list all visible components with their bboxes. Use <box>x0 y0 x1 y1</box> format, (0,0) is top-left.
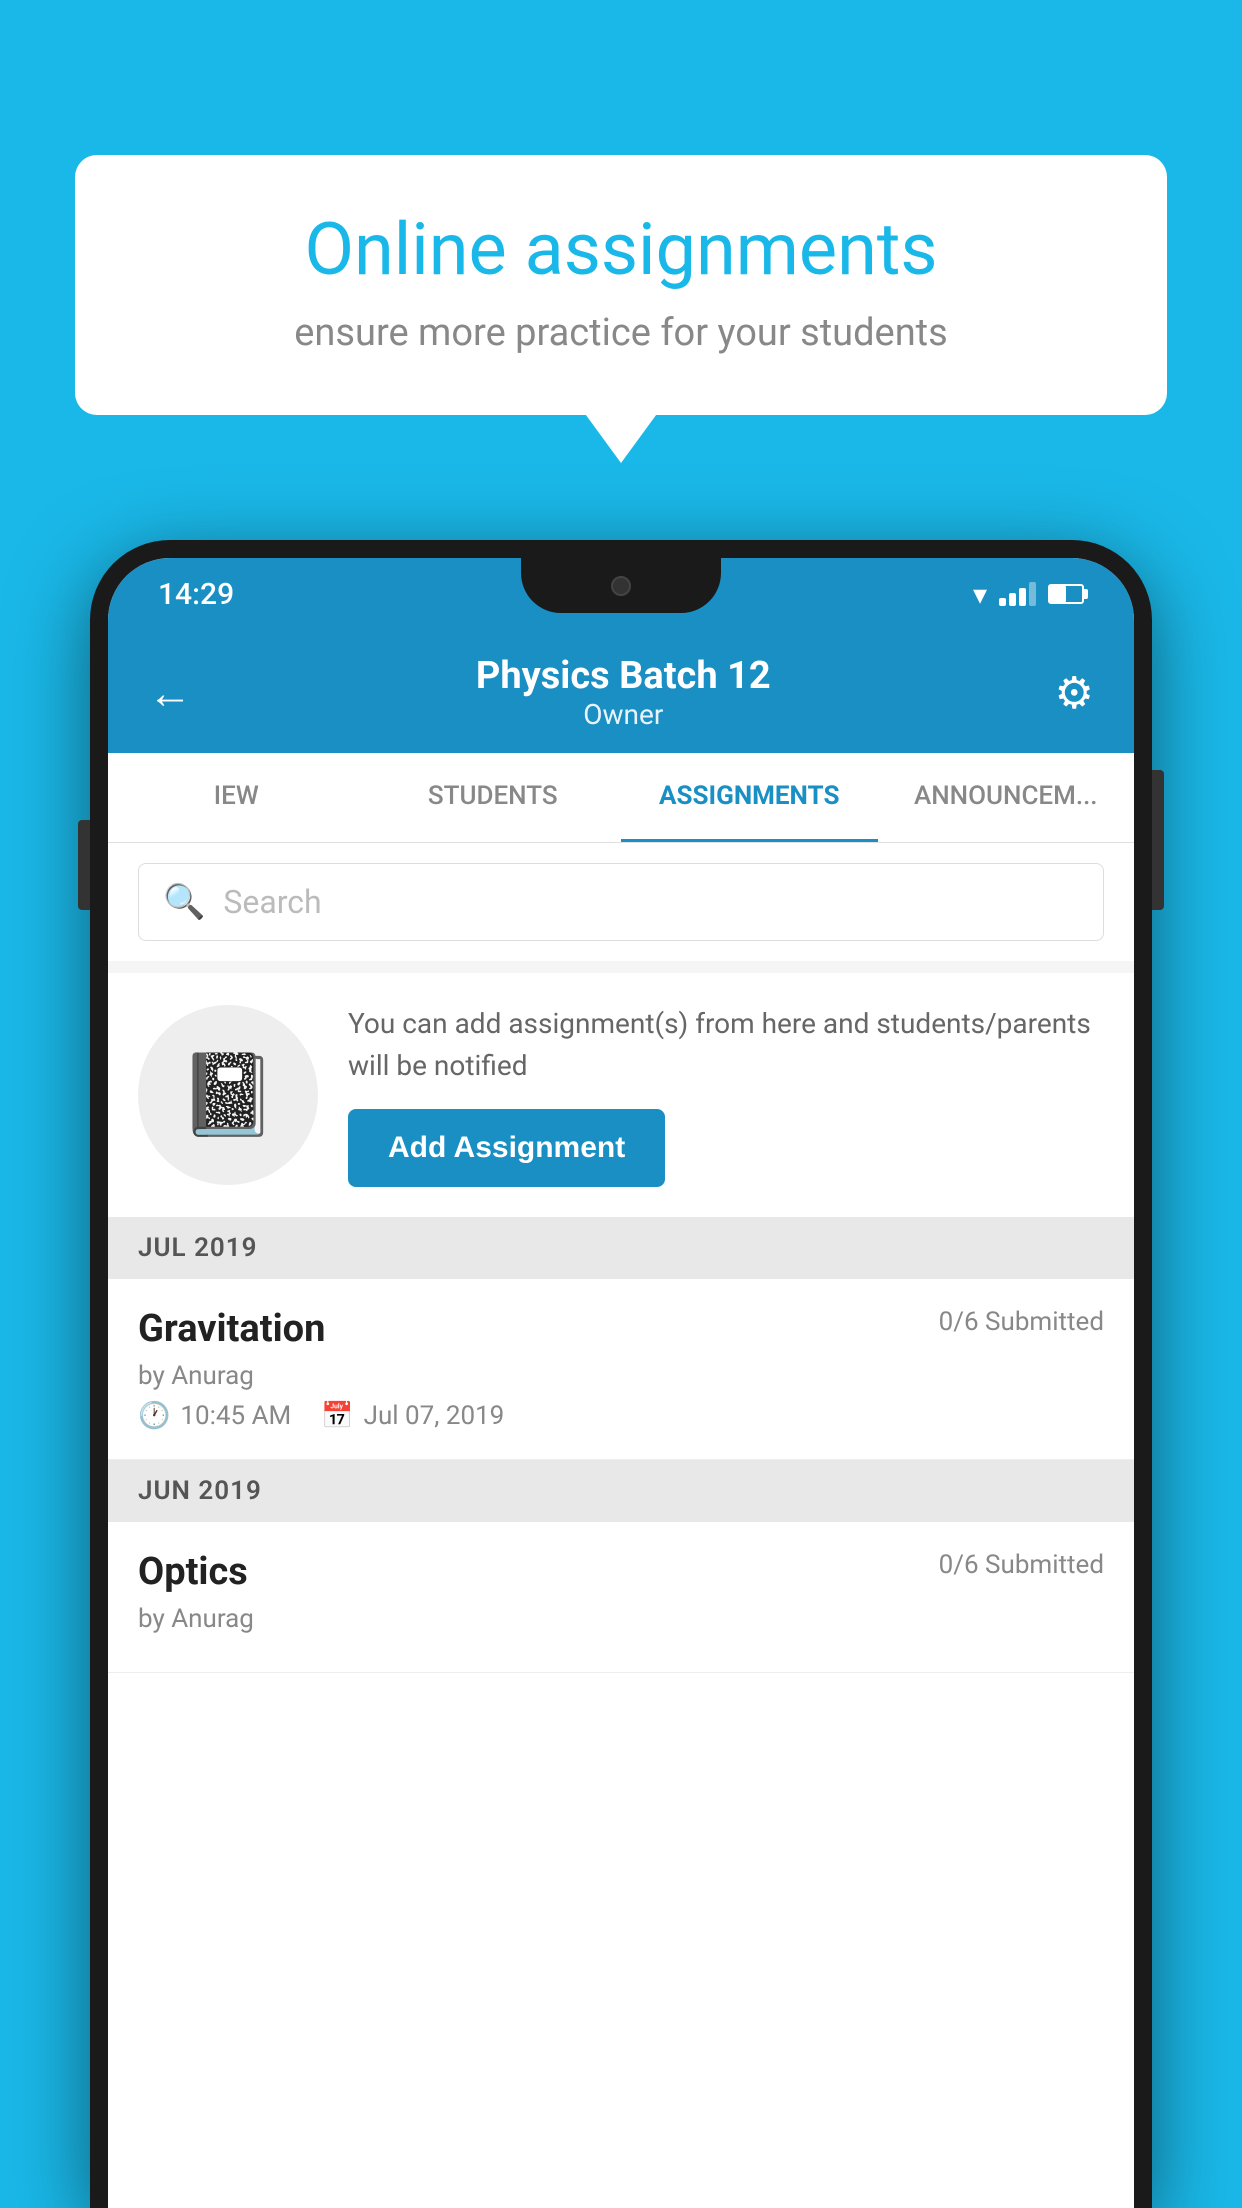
status-time: 14:29 <box>158 577 234 612</box>
assignment-time-row: 🕐 10:45 AM 📅 Jul 07, 2019 <box>138 1401 1104 1431</box>
tab-announcements[interactable]: ANNOUNCEM... <box>878 753 1135 842</box>
status-icons: ▾ <box>973 578 1084 611</box>
owner-label: Owner <box>476 698 771 731</box>
camera-dot <box>611 576 631 596</box>
assignment-name-gravitation: Gravitation <box>138 1307 325 1351</box>
add-assignment-button[interactable]: Add Assignment <box>348 1109 665 1187</box>
signal-bars-icon <box>999 582 1036 606</box>
tabs-bar: IEW STUDENTS ASSIGNMENTS ANNOUNCEM... <box>108 753 1134 843</box>
date-value: Jul 07, 2019 <box>364 1401 505 1431</box>
calendar-icon: 📅 <box>321 1401 353 1431</box>
tab-iew[interactable]: IEW <box>108 753 365 842</box>
tab-students[interactable]: STUDENTS <box>365 753 622 842</box>
status-bar: 14:29 ▾ <box>108 558 1134 630</box>
batch-title: Physics Batch 12 <box>476 654 771 698</box>
clock-icon: 🕐 <box>138 1401 170 1431</box>
app-header: ← Physics Batch 12 Owner ⚙ <box>108 630 1134 753</box>
tab-assignments[interactable]: ASSIGNMENTS <box>621 753 878 842</box>
assignment-date: 📅 Jul 07, 2019 <box>321 1401 504 1431</box>
submitted-count-optics: 0/6 Submitted <box>939 1550 1104 1580</box>
assignment-item-gravitation[interactable]: Gravitation 0/6 Submitted by Anurag 🕐 10… <box>108 1279 1134 1460</box>
phone-screen: 14:29 ▾ ← Physics Batch <box>108 558 1134 2208</box>
notebook-icon: 📓 <box>178 1048 278 1142</box>
promo-content: You can add assignment(s) from here and … <box>348 1003 1104 1187</box>
assignment-name-optics: Optics <box>138 1550 248 1594</box>
time-value: 10:45 AM <box>180 1401 291 1431</box>
assignment-time: 🕐 10:45 AM <box>138 1401 291 1431</box>
speech-bubble-subtitle: ensure more practice for your students <box>135 311 1107 355</box>
search-icon: 🔍 <box>163 882 205 922</box>
section-header-jun: JUN 2019 <box>108 1460 1134 1522</box>
assignment-item-optics[interactable]: Optics 0/6 Submitted by Anurag <box>108 1522 1134 1673</box>
search-container: 🔍 Search <box>108 843 1134 961</box>
assignment-row1: Gravitation 0/6 Submitted <box>138 1307 1104 1351</box>
section-header-jul: JUL 2019 <box>108 1217 1134 1279</box>
wifi-icon: ▾ <box>973 578 987 611</box>
assignment-author-optics: by Anurag <box>138 1604 1104 1634</box>
speech-bubble-container: Online assignments ensure more practice … <box>75 155 1167 415</box>
submitted-count-gravitation: 0/6 Submitted <box>939 1307 1104 1337</box>
header-center: Physics Batch 12 Owner <box>476 654 771 731</box>
notch <box>521 558 721 613</box>
settings-button[interactable]: ⚙ <box>1055 667 1094 719</box>
speech-bubble: Online assignments ensure more practice … <box>75 155 1167 415</box>
phone-device: 14:29 ▾ ← Physics Batch <box>90 540 1152 2208</box>
assignment-row1-optics: Optics 0/6 Submitted <box>138 1550 1104 1594</box>
content-area: 🔍 Search 📓 You can add assignment(s) fro… <box>108 843 1134 1673</box>
back-button[interactable]: ← <box>148 667 192 719</box>
search-bar[interactable]: 🔍 Search <box>138 863 1104 941</box>
promo-description: You can add assignment(s) from here and … <box>348 1003 1104 1087</box>
assignment-author-gravitation: by Anurag <box>138 1361 1104 1391</box>
promo-icon-circle: 📓 <box>138 1005 318 1185</box>
search-placeholder: Search <box>223 883 321 921</box>
phone-outer: 14:29 ▾ ← Physics Batch <box>90 540 1152 2208</box>
promo-section: 📓 You can add assignment(s) from here an… <box>108 973 1134 1217</box>
speech-bubble-title: Online assignments <box>135 210 1107 289</box>
battery-icon <box>1048 584 1084 604</box>
